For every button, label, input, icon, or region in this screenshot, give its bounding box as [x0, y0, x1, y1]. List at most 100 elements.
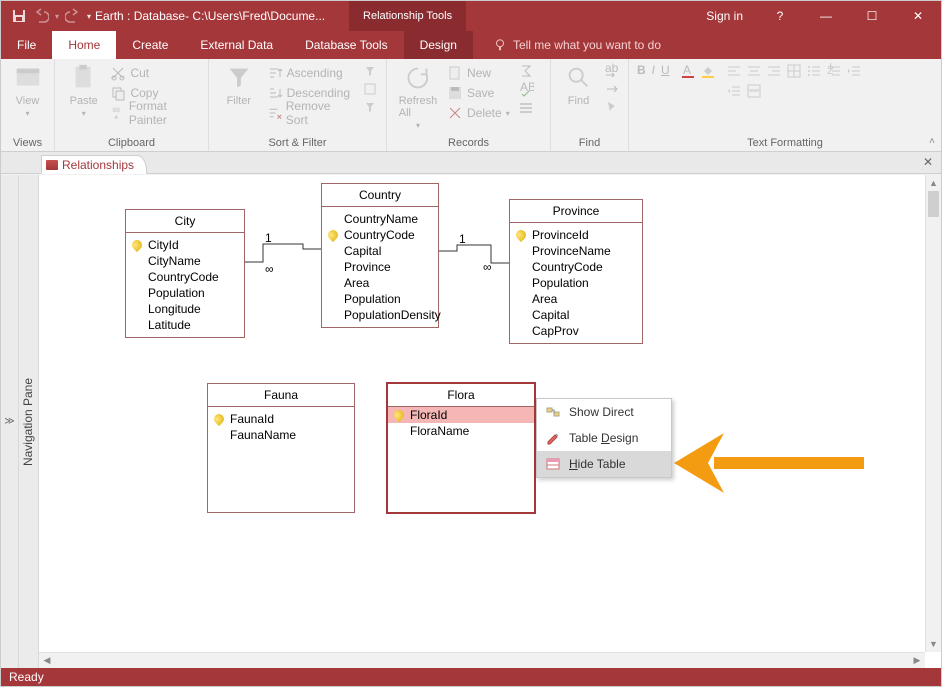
field-faunaid[interactable]: FaunaId	[214, 411, 348, 427]
show-direct-icon	[545, 404, 561, 420]
tab-file[interactable]: File	[1, 31, 52, 59]
more-records-icon	[518, 99, 534, 115]
field-capital[interactable]: Capital	[516, 307, 636, 323]
svg-text:1: 1	[459, 232, 466, 246]
contextual-tab-group: Relationship Tools	[349, 1, 466, 31]
field-provinceid[interactable]: ProvinceId	[516, 227, 636, 243]
qat-customize-icon[interactable]: ▾	[87, 12, 91, 21]
scroll-down-icon[interactable]: ▼	[926, 636, 941, 652]
font-color-icon: A	[680, 63, 696, 79]
field-countrycode[interactable]: CountryCode	[516, 259, 636, 275]
undo-icon[interactable]	[33, 8, 49, 24]
window-title: Earth : Database- C:\Users\Fred\Docume..…	[91, 9, 341, 23]
scroll-up-icon[interactable]: ▲	[926, 175, 941, 191]
field-population[interactable]: Population	[132, 285, 238, 301]
field-floraid[interactable]: FloraId	[388, 407, 534, 423]
field-cityid[interactable]: CityId	[132, 237, 238, 253]
new-record-button: New	[447, 63, 510, 83]
field-faunaname[interactable]: FaunaName	[214, 427, 348, 443]
collapse-ribbon-icon[interactable]: ˄	[929, 136, 935, 147]
group-clipboard-label: Clipboard	[63, 135, 200, 149]
goto-icon	[604, 81, 620, 97]
ascending-button: Ascending	[267, 63, 352, 83]
totals-icon	[518, 63, 534, 79]
ctx-show-direct[interactable]: Show Direct	[537, 399, 671, 425]
format-painter-button: Format Painter	[110, 103, 200, 123]
ctx-hide-table[interactable]: Hide Table	[537, 451, 671, 477]
numbering-icon: 12	[826, 63, 842, 79]
toggle-filter-icon	[362, 63, 378, 79]
scroll-left-icon[interactable]: ◀	[39, 653, 55, 668]
tab-close-button[interactable]: ✕	[923, 155, 933, 169]
bold-button: B	[637, 63, 646, 77]
field-countrycode[interactable]: CountryCode	[328, 227, 432, 243]
navigation-pane-collapsed[interactable]: Navigation Pane	[19, 175, 39, 668]
tell-me-box[interactable]: Tell me what you want to do	[473, 31, 661, 59]
field-populationdensity[interactable]: PopulationDensity	[328, 307, 432, 323]
table-flora[interactable]: Flora FloraId FloraName	[387, 383, 535, 513]
field-floraname[interactable]: FloraName	[394, 423, 528, 439]
scroll-right-icon[interactable]: ▶	[909, 653, 925, 668]
paste-button: Paste▾	[63, 63, 104, 118]
tab-database-tools[interactable]: Database Tools	[289, 31, 404, 59]
relationships-tab[interactable]: Relationships	[41, 155, 147, 174]
tell-me-placeholder: Tell me what you want to do	[513, 38, 661, 52]
field-capital[interactable]: Capital	[328, 243, 432, 259]
svg-text:∞: ∞	[265, 262, 274, 276]
field-population[interactable]: Population	[516, 275, 636, 291]
horizontal-scrollbar[interactable]: ◀ ▶	[39, 652, 925, 668]
close-button[interactable]: ✕	[895, 1, 941, 31]
table-fauna[interactable]: Fauna FaunaId FaunaName	[207, 383, 355, 513]
minimize-button[interactable]: —	[803, 1, 849, 31]
table-design-icon	[545, 430, 561, 446]
table-title: City	[126, 210, 244, 233]
field-longitude[interactable]: Longitude	[132, 301, 238, 317]
align-center-icon	[746, 63, 762, 79]
redo-icon[interactable]	[65, 8, 81, 24]
decrease-indent-icon	[726, 83, 742, 99]
underline-button: U	[661, 63, 670, 77]
field-province[interactable]: Province	[328, 259, 432, 275]
table-city[interactable]: City CityId CityName CountryCode Populat…	[125, 209, 245, 338]
group-textfmt-label: Text Formatting	[637, 135, 933, 149]
field-cityname[interactable]: CityName	[132, 253, 238, 269]
tab-create[interactable]: Create	[116, 31, 184, 59]
field-provincename[interactable]: ProvinceName	[516, 243, 636, 259]
field-countryname[interactable]: CountryName	[328, 211, 432, 227]
spelling-icon: ABC	[518, 81, 534, 97]
fill-color-icon	[700, 63, 716, 79]
scroll-thumb[interactable]	[928, 191, 939, 217]
alt-row-color-icon	[746, 83, 762, 99]
select-icon	[604, 99, 620, 115]
tab-design[interactable]: Design	[404, 31, 473, 59]
refresh-all-button: Refresh All▾	[395, 63, 441, 130]
field-population[interactable]: Population	[328, 291, 432, 307]
table-title: Flora	[388, 384, 534, 407]
help-button[interactable]: ?	[757, 1, 803, 31]
shutter-bar-open-icon[interactable]: ≫	[1, 175, 19, 668]
table-country[interactable]: Country CountryName CountryCode Capital …	[321, 183, 439, 328]
field-area[interactable]: Area	[516, 291, 636, 307]
vertical-scrollbar[interactable]: ▲ ▼	[925, 175, 941, 652]
table-province[interactable]: Province ProvinceId ProvinceName Country…	[509, 199, 643, 344]
ctx-table-design[interactable]: Table Design	[537, 425, 671, 451]
context-menu: Show Direct Table Design Hide Table	[536, 398, 672, 478]
field-latitude[interactable]: Latitude	[132, 317, 238, 333]
field-area[interactable]: Area	[328, 275, 432, 291]
align-right-icon	[766, 63, 782, 79]
field-countrycode[interactable]: CountryCode	[132, 269, 238, 285]
signin-button[interactable]: Sign in	[692, 1, 757, 31]
undo-dropdown-icon[interactable]: ▾	[55, 12, 59, 21]
svg-text:1: 1	[265, 231, 272, 245]
tab-external-data[interactable]: External Data	[184, 31, 289, 59]
svg-text:∞: ∞	[483, 260, 492, 274]
maximize-button[interactable]: ☐	[849, 1, 895, 31]
relationships-canvas[interactable]: 1 ∞ 1 ∞ City CityId CityName CountryCode…	[39, 175, 925, 652]
title-bar: ▾ ▾ Earth : Database- C:\Users\Fred\Docu…	[1, 1, 941, 31]
relation-country-province: 1 ∞	[439, 241, 509, 289]
table-title: Fauna	[208, 384, 354, 407]
tab-home[interactable]: Home	[52, 31, 116, 59]
replace-icon: ab	[604, 63, 620, 79]
save-icon[interactable]	[11, 8, 27, 24]
field-capprov[interactable]: CapProv	[516, 323, 636, 339]
